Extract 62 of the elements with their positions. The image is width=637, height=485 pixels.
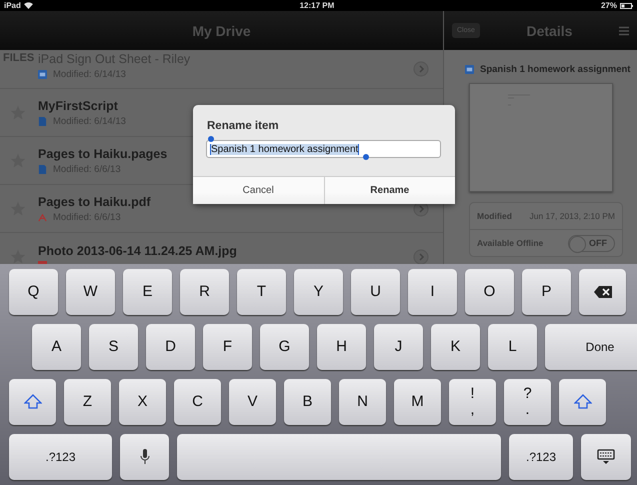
letter-key[interactable]: B <box>284 379 331 425</box>
shift-key[interactable] <box>9 379 56 425</box>
keyboard-icon <box>597 449 615 465</box>
clock-time: 12:17 PM <box>300 1 334 10</box>
selection-handle[interactable] <box>363 154 369 160</box>
pdf-file-icon <box>38 212 47 222</box>
letter-key[interactable]: J <box>374 324 423 370</box>
letter-key[interactable]: U <box>351 269 400 315</box>
rename-button[interactable]: Rename <box>324 177 455 204</box>
letter-key[interactable]: N <box>339 379 386 425</box>
letter-key[interactable]: W <box>66 269 115 315</box>
hide-keyboard-key[interactable] <box>581 434 631 480</box>
letter-key[interactable]: X <box>119 379 166 425</box>
letter-key[interactable]: T <box>237 269 286 315</box>
device-name: iPad <box>4 1 21 10</box>
letter-key[interactable]: Z <box>64 379 111 425</box>
punctuation-key[interactable]: ! , <box>449 379 496 425</box>
backspace-key[interactable] <box>579 269 626 315</box>
letter-key[interactable]: H <box>317 324 366 370</box>
file-name: Pages to Haiku.pdf <box>38 194 151 208</box>
numbers-key[interactable]: .?123 <box>509 434 573 480</box>
letter-key[interactable]: I <box>408 269 457 315</box>
file-name: Pages to Haiku.pages <box>38 146 168 160</box>
drive-title: My Drive <box>192 22 251 38</box>
document-name: Spanish 1 homework assignment <box>480 64 630 75</box>
dialog-title: Rename item <box>207 120 280 132</box>
battery-percent: 27% <box>600 1 617 10</box>
done-key[interactable]: Done <box>545 324 637 370</box>
letter-key[interactable]: K <box>431 324 480 370</box>
shift-arrow-icon <box>574 394 592 410</box>
wifi-icon <box>24 2 33 9</box>
details-title: Details <box>525 22 574 38</box>
letter-key[interactable]: R <box>180 269 229 315</box>
letter-key[interactable]: E <box>123 269 172 315</box>
letter-key[interactable]: Q <box>9 269 58 315</box>
letter-key[interactable]: F <box>203 324 252 370</box>
document-file-icon <box>38 116 47 126</box>
numbers-key[interactable]: .?123 <box>9 434 112 480</box>
file-name: Photo 2013-06-14 11.24.25 AM.jpg <box>38 244 237 258</box>
shift-key[interactable] <box>559 379 606 425</box>
letter-key[interactable]: G <box>260 324 309 370</box>
microphone-key[interactable] <box>120 434 169 480</box>
letter-key[interactable]: Y <box>294 269 343 315</box>
star-icon[interactable] <box>10 248 26 264</box>
letter-key[interactable]: S <box>89 324 138 370</box>
selection-handle[interactable] <box>208 136 214 142</box>
letter-key[interactable]: M <box>394 379 441 425</box>
letter-key[interactable]: P <box>522 269 571 315</box>
battery-icon <box>620 2 633 8</box>
file-name: MyFirstScript <box>38 98 118 112</box>
backspace-icon <box>594 284 612 300</box>
slides-file-icon <box>38 70 47 79</box>
letter-key[interactable]: A <box>32 324 81 370</box>
letter-key[interactable]: V <box>229 379 276 425</box>
document-file-icon <box>38 164 47 174</box>
slides-file-icon <box>465 65 474 74</box>
shift-arrow-icon <box>24 394 42 410</box>
punctuation-key[interactable]: ? . <box>504 379 551 425</box>
letter-key[interactable]: O <box>465 269 514 315</box>
letter-key[interactable]: L <box>488 324 537 370</box>
letter-key[interactable]: D <box>146 324 195 370</box>
letter-key[interactable]: C <box>174 379 221 425</box>
